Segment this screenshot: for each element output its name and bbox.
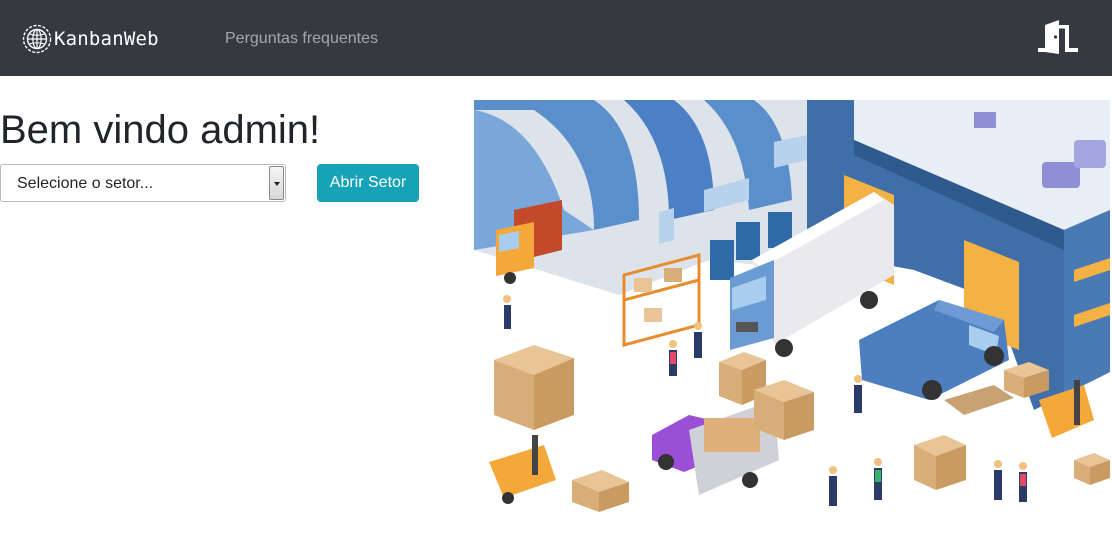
sector-select[interactable]: Selecione o setor... xyxy=(0,164,286,202)
brand-name: KanbanWeb xyxy=(54,28,159,50)
warehouse-illustration xyxy=(474,100,1110,520)
welcome-heading: Bem vindo admin! xyxy=(0,108,321,152)
globe-logo-icon xyxy=(22,24,52,54)
brand-link[interactable]: KanbanWeb xyxy=(22,22,159,56)
sector-select-value: Selecione o setor... xyxy=(17,175,154,192)
top-navbar: KanbanWeb Perguntas frequentes xyxy=(0,0,1112,76)
door-exit-icon xyxy=(1038,20,1078,54)
nav-link-faq[interactable]: Perguntas frequentes xyxy=(225,30,378,48)
open-sector-button[interactable]: Abrir Setor xyxy=(317,164,419,202)
logout-button[interactable] xyxy=(1036,18,1080,56)
chevron-down-icon xyxy=(269,166,284,200)
